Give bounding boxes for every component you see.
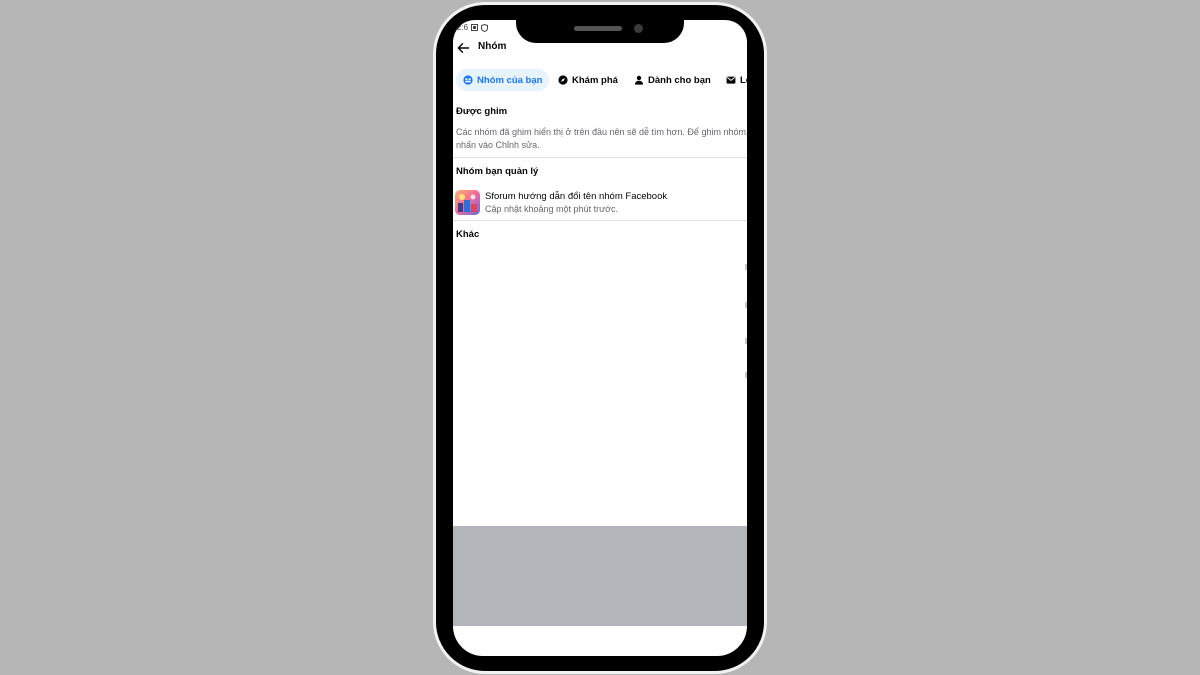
tab-label: Khám phá — [572, 74, 618, 86]
compass-icon — [558, 75, 568, 85]
managed-section-title: Nhóm bạn quản lý — [456, 166, 539, 177]
divider — [453, 220, 747, 221]
person-icon — [635, 75, 643, 85]
status-bar: 2:6 — [457, 23, 489, 32]
invite-icon — [726, 76, 736, 84]
groups-icon — [463, 75, 473, 85]
group-avatar — [455, 190, 480, 215]
other-section-title: Khác — [456, 229, 480, 240]
group-list-item[interactable]: Sforum hướng dẫn đổi tên nhóm Facebook C… — [455, 190, 745, 216]
scroll-edge-mark — [745, 302, 747, 308]
divider — [453, 157, 747, 158]
scroll-edge-mark — [745, 264, 747, 270]
page-title: Nhóm — [478, 41, 507, 52]
shield-icon — [481, 23, 489, 32]
front-camera — [634, 24, 643, 33]
status-time: 2:6 — [457, 23, 469, 32]
pinned-section-title: Được ghim — [456, 106, 508, 117]
back-arrow-icon[interactable] — [456, 41, 470, 55]
pinned-description: Các nhóm đã ghim hiển thị ở trên đầu nên… — [456, 127, 747, 150]
sim-icon — [471, 24, 479, 31]
tab-discover[interactable]: Khám phá — [551, 69, 625, 91]
tab-bar: Nhóm của bạn Khám phá Dành cho bạn Lờ — [453, 69, 747, 91]
tab-label: Nhóm của bạn — [477, 74, 543, 86]
group-last-updated: Cập nhật khoảng một phút trước. — [485, 204, 619, 214]
speaker-grille — [574, 26, 622, 31]
scroll-edge-mark — [745, 338, 747, 344]
tab-for-you[interactable]: Dành cho bạn — [627, 69, 718, 91]
tab-invites[interactable]: Lờ — [719, 69, 747, 91]
scroll-edge-mark — [745, 372, 747, 378]
group-name: Sforum hướng dẫn đổi tên nhóm Facebook — [485, 191, 668, 202]
bottom-sheet-overlay — [453, 526, 747, 626]
tab-label: Dành cho bạn — [648, 74, 711, 86]
tab-label: Lờ — [740, 74, 747, 86]
app-screen: 2:6 Nhóm Nhóm của bạn Khám phá Dành cho … — [453, 20, 747, 656]
tab-your-groups[interactable]: Nhóm của bạn — [456, 69, 550, 91]
